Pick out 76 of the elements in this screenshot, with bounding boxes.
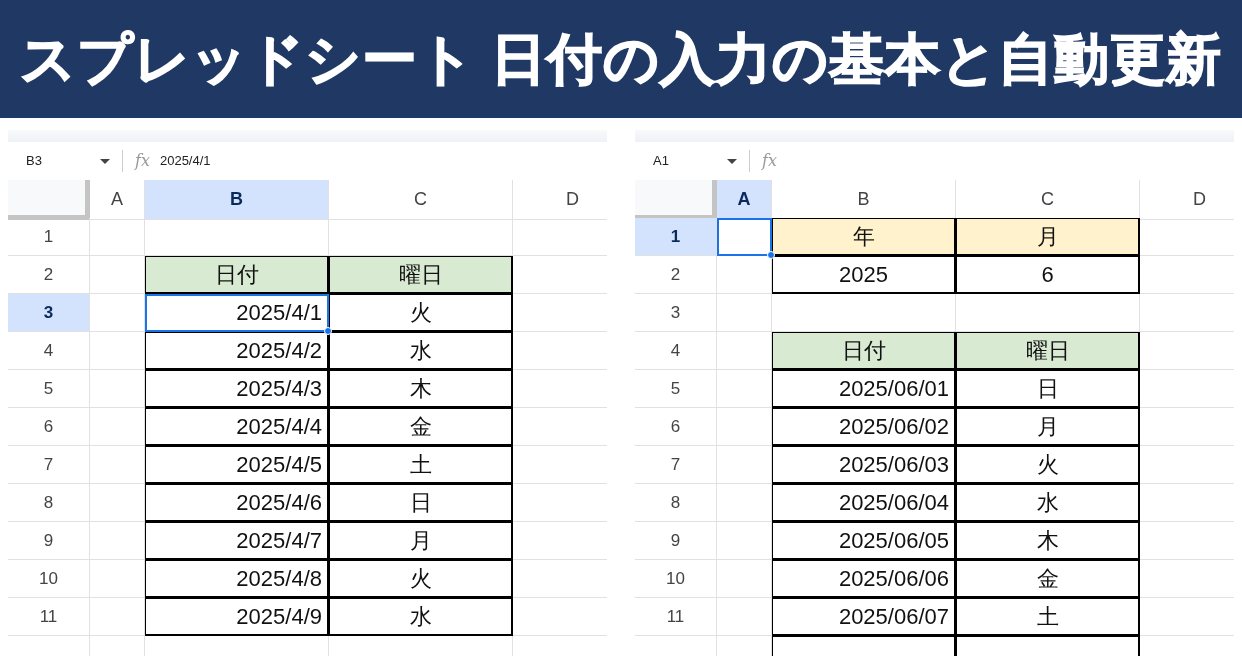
- row-header[interactable]: 10: [8, 560, 90, 598]
- row-header[interactable]: 5: [635, 370, 717, 408]
- formula-field[interactable]: 2025/4/1: [159, 151, 211, 171]
- table-cell[interactable]: 2025/4/2: [145, 332, 329, 370]
- column-header[interactable]: D: [513, 180, 607, 220]
- function-label: fx: [135, 150, 150, 172]
- table-cell[interactable]: 日: [956, 370, 1140, 408]
- table-cell[interactable]: 水: [956, 484, 1140, 522]
- row-header[interactable]: 6: [8, 408, 90, 446]
- dropdown-caret-icon[interactable]: [727, 158, 737, 164]
- row-header[interactable]: 1: [8, 218, 90, 256]
- row-header[interactable]: 7: [8, 446, 90, 484]
- row-header[interactable]: 10: [635, 560, 717, 598]
- row-header[interactable]: 8: [635, 484, 717, 522]
- table-cell[interactable]: 2025/4/1: [145, 294, 329, 332]
- name-box[interactable]: B3: [8, 151, 100, 171]
- dropdown-caret-icon[interactable]: [100, 158, 110, 164]
- row-header[interactable]: 8: [8, 484, 90, 522]
- column-header[interactable]: A: [717, 180, 772, 220]
- column-header[interactable]: D: [1140, 180, 1234, 220]
- row-header[interactable]: 5: [8, 370, 90, 408]
- row-header[interactable]: 9: [635, 522, 717, 560]
- title-banner-text: スプレッドシート 日付の入力の基本と自動更新: [19, 26, 1223, 92]
- row-header[interactable]: 4: [8, 332, 90, 370]
- table-cell[interactable]: 土: [956, 598, 1140, 636]
- column-header[interactable]: B: [145, 180, 329, 220]
- fill-handle[interactable]: [324, 327, 332, 335]
- table-cell[interactable]: 水: [329, 598, 513, 636]
- table-cell[interactable]: 2025/06/07: [772, 598, 956, 636]
- table-cell[interactable]: 2025/06/06: [772, 560, 956, 598]
- table-cell[interactable]: 2025/06/03: [772, 446, 956, 484]
- row-header[interactable]: 9: [8, 522, 90, 560]
- name-box[interactable]: A1: [635, 151, 727, 171]
- table-cell[interactable]: 曜日: [329, 256, 513, 294]
- table-cell[interactable]: 木: [956, 522, 1140, 560]
- table-cell[interactable]: 2025/06/01: [772, 370, 956, 408]
- row-header[interactable]: 3: [8, 294, 90, 332]
- table-cell[interactable]: 火: [329, 560, 513, 598]
- table-cell[interactable]: 日付: [772, 332, 956, 370]
- table-cell[interactable]: 金: [329, 408, 513, 446]
- table-cell[interactable]: 2025/4/9: [145, 598, 329, 636]
- table-cell[interactable]: 日: [329, 484, 513, 522]
- table-cell[interactable]: 日付: [145, 256, 329, 294]
- table-cell[interactable]: 水: [329, 332, 513, 370]
- row-header[interactable]: 3: [635, 294, 717, 332]
- table-cell[interactable]: 年: [772, 218, 956, 256]
- table-cell[interactable]: 2025/4/3: [145, 370, 329, 408]
- table-cell[interactable]: 2025/06/02: [772, 408, 956, 446]
- table-cell[interactable]: 曜日: [956, 332, 1140, 370]
- select-all-corner[interactable]: [8, 180, 90, 220]
- table-cell[interactable]: 2025/4/4: [145, 408, 329, 446]
- table-cell[interactable]: 火: [956, 446, 1140, 484]
- function-label: fx: [762, 150, 777, 172]
- row-header[interactable]: 11: [635, 598, 717, 636]
- row-header[interactable]: 1: [635, 218, 717, 256]
- table-cell[interactable]: 木: [329, 370, 513, 408]
- table-cell[interactable]: 火: [329, 294, 513, 332]
- row-header[interactable]: 6: [635, 408, 717, 446]
- table-cell[interactable]: 2025/4/5: [145, 446, 329, 484]
- table-cell[interactable]: 月: [956, 408, 1140, 446]
- column-header[interactable]: C: [329, 180, 513, 220]
- table-cell[interactable]: 2025/06/05: [772, 522, 956, 560]
- row-header[interactable]: 4: [635, 332, 717, 370]
- table-cell[interactable]: 月: [329, 522, 513, 560]
- row-header[interactable]: 2: [635, 256, 717, 294]
- table-cell[interactable]: 金: [956, 560, 1140, 598]
- table-cell[interactable]: 2025/4/7: [145, 522, 329, 560]
- table-cell[interactable]: 月: [956, 218, 1140, 256]
- table-cell[interactable]: 2025/4/6: [145, 484, 329, 522]
- table-cell[interactable]: 土: [329, 446, 513, 484]
- row-header[interactable]: 11: [8, 598, 90, 636]
- table-cell[interactable]: 6: [956, 256, 1140, 294]
- table-cell[interactable]: 2025/4/8: [145, 560, 329, 598]
- row-header[interactable]: 7: [635, 446, 717, 484]
- table-cell[interactable]: 2025/06/04: [772, 484, 956, 522]
- table-cell[interactable]: 2025: [772, 256, 956, 294]
